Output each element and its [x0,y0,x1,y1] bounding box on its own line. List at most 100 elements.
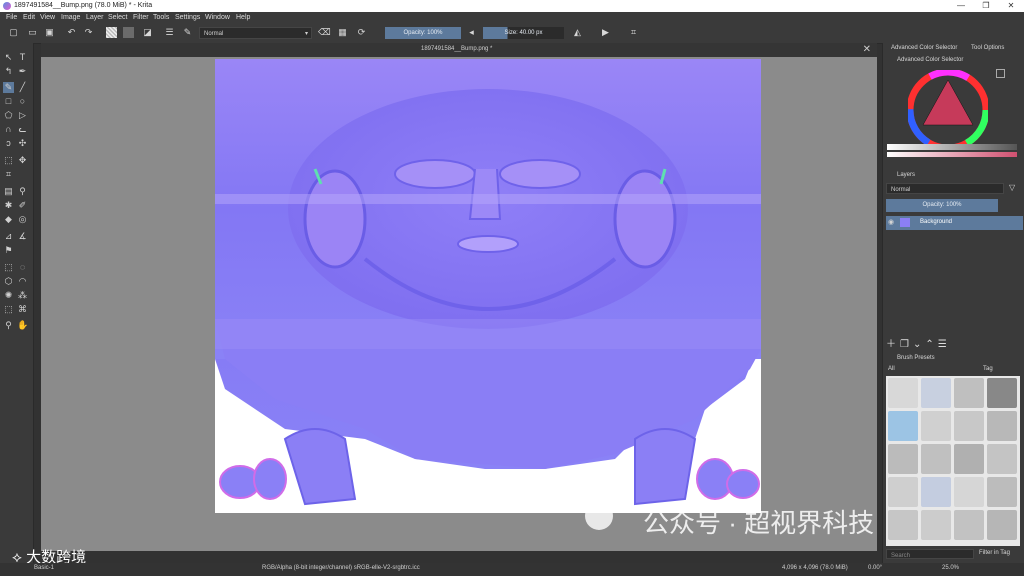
blend-mode-select[interactable]: Normal ▾ [199,27,312,39]
reference-tool-icon[interactable]: ⚑ [3,245,14,256]
polygon-tool-icon[interactable]: ⬠ [3,110,14,121]
layer-blend-select[interactable]: Normal [886,183,1004,194]
value-slider[interactable] [887,144,1017,150]
brush-preset[interactable] [921,510,951,540]
ellipse-select-icon[interactable]: ◌ [17,262,28,273]
layer-opacity-slider[interactable]: Opacity: 100% [886,199,998,212]
brush-preset[interactable] [888,411,918,441]
brush-preset-icon[interactable]: ✎ [182,27,193,38]
crop-tool-icon[interactable]: ⌗ [3,169,14,180]
transform-tool-icon[interactable]: ⬚ [3,155,14,166]
close-button[interactable]: ✕ [1000,1,1022,11]
brush-preset[interactable] [987,378,1017,408]
filter-icon[interactable]: ▽ [1009,183,1015,192]
menu-layer[interactable]: Layer [86,14,104,21]
enclose-fill-icon[interactable]: ◎ [17,214,28,225]
measure-tool-icon[interactable]: ∡ [17,231,28,242]
open-document-icon[interactable]: ▭ [27,27,38,38]
multibrush-icon[interactable]: ✣ [17,138,28,149]
tag-label[interactable]: Tag [983,366,993,372]
layer-row[interactable]: ◉ Background [886,216,1023,230]
colorize-mask-icon[interactable]: ✐ [17,200,28,211]
close-document-icon[interactable]: ✕ [863,44,871,55]
brush-preset[interactable] [888,477,918,507]
new-document-icon[interactable]: ▢ [8,27,19,38]
pattern-icon[interactable] [123,27,134,38]
undo-icon[interactable]: ↶ [66,27,77,38]
mirror-horizontal-icon[interactable]: ◭ [572,27,583,38]
brush-preset[interactable] [921,378,951,408]
menu-settings[interactable]: Settings [175,14,200,21]
foreground-background-color-icon[interactable]: ◪ [142,27,153,38]
save-icon[interactable]: ▣ [44,27,55,38]
rectangle-tool-icon[interactable]: □ [3,96,14,107]
edit-shapes-icon[interactable]: ↰ [3,66,14,77]
tab-tool-options[interactable]: Tool Options [971,45,1004,51]
filter-in-tag-checkbox[interactable]: Filter in Tag [979,550,1010,556]
brush-preset[interactable] [954,378,984,408]
calligraphy-icon[interactable]: ✒ [17,66,28,77]
bezier-tool-icon[interactable]: ∩ [3,124,14,135]
opacity-slider[interactable]: Opacity: 100% [385,27,461,39]
menu-help[interactable]: Help [236,14,250,21]
brush-preset[interactable] [954,477,984,507]
mirror-vertical-icon[interactable]: ▶ [600,27,611,38]
brush-preset[interactable] [987,510,1017,540]
text-tool-icon[interactable]: T [17,52,28,63]
document-tab[interactable]: 1897491584__Bump.png * ✕ [41,43,877,57]
preserve-alpha-icon[interactable]: ▦ [337,27,348,38]
menu-view[interactable]: View [40,14,55,21]
menu-file[interactable]: File [6,14,17,21]
fill-gradient-icon[interactable] [106,27,117,38]
brush-preset[interactable] [888,378,918,408]
freehand-brush-icon[interactable]: ✎ [3,82,14,93]
bezier-select-icon[interactable]: ⬚ [3,304,14,315]
wrap-around-icon[interactable]: ⌗ [628,27,639,38]
menu-filter[interactable]: Filter [133,14,149,21]
ellipse-tool-icon[interactable]: ○ [17,96,28,107]
freehand-path-icon[interactable]: ᓚ [17,124,28,135]
brush-preset[interactable] [954,444,984,474]
minimize-button[interactable]: — [950,1,972,11]
rect-select-icon[interactable]: ⬚ [3,262,14,273]
similar-select-icon[interactable]: ⁂ [17,290,28,301]
freehand-select-icon[interactable]: ◠ [17,276,28,287]
brush-preset[interactable] [954,411,984,441]
brush-preset[interactable] [888,510,918,540]
size-slider[interactable]: Size: 40.00 px [483,27,564,39]
color-swatch[interactable] [996,69,1005,78]
color-wheel[interactable] [908,70,988,150]
eye-icon[interactable]: ◉ [888,218,894,226]
saturation-slider[interactable] [887,152,1017,157]
brush-preset[interactable] [987,444,1017,474]
brush-preset[interactable] [987,477,1017,507]
brush-filter[interactable]: All [888,366,895,372]
brush-preset[interactable] [987,411,1017,441]
layer-actions[interactable]: ＋❐⌄⌃☰ [886,335,1023,350]
brush-search-input[interactable]: Search [886,549,974,559]
polyline-tool-icon[interactable]: ▷ [17,110,28,121]
fill-tool-icon[interactable]: ◆ [3,214,14,225]
reload-preset-icon[interactable]: ⟳ [356,27,367,38]
brush-preset[interactable] [921,411,951,441]
zoom-tool-icon[interactable]: ⚲ [3,320,14,331]
tab-advanced-color-selector[interactable]: Advanced Color Selector [891,45,957,51]
menu-select[interactable]: Select [108,14,127,21]
gradient-tool-icon[interactable]: ▤ [3,186,14,197]
brush-preset[interactable] [921,444,951,474]
pan-tool-icon[interactable]: ✋ [17,320,28,331]
dynamic-brush-icon[interactable]: ↄ [3,138,14,149]
color-picker-icon[interactable]: ⚲ [17,186,28,197]
menu-image[interactable]: Image [61,14,80,21]
eraser-icon[interactable]: ⌫ [318,27,331,38]
brush-preset[interactable] [921,477,951,507]
smart-patch-icon[interactable]: ✱ [3,200,14,211]
menu-window[interactable]: Window [205,14,230,21]
polygon-select-icon[interactable]: ⬡ [3,276,14,287]
maximize-button[interactable]: ❐ [975,1,997,11]
redo-icon[interactable]: ↷ [83,27,94,38]
contiguous-select-icon[interactable]: ✺ [3,290,14,301]
menu-edit[interactable]: Edit [23,14,35,21]
assistant-tool-icon[interactable]: ⊿ [3,231,14,242]
line-tool-icon[interactable]: ╱ [17,82,28,93]
